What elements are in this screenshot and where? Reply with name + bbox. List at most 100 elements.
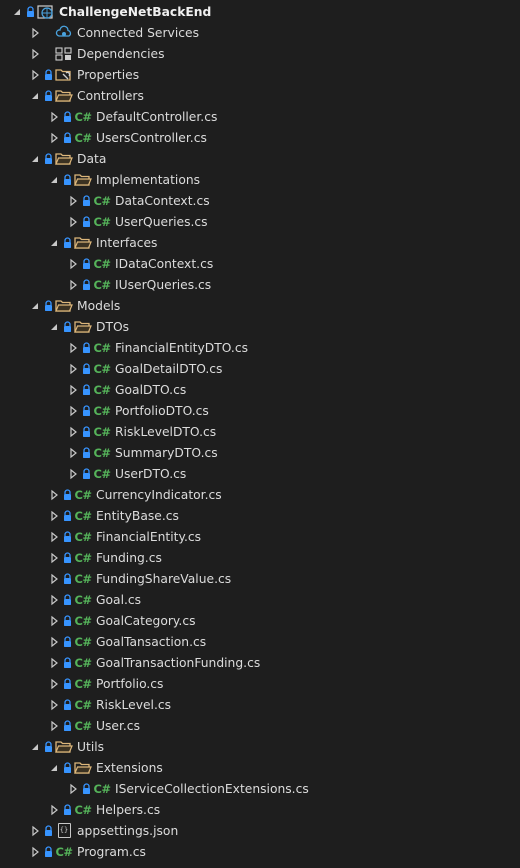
tree-item[interactable]: Connected Services: [0, 22, 520, 43]
tree-item[interactable]: C# GoalDTO.cs: [0, 379, 520, 400]
tree-item[interactable]: C# FinancialEntityDTO.cs: [0, 337, 520, 358]
tree-item[interactable]: DTOs: [0, 316, 520, 337]
tree-item[interactable]: ChallengeNetBackEnd: [0, 1, 520, 22]
tree-item[interactable]: C# GoalTransactionFunding.cs: [0, 652, 520, 673]
tree-item[interactable]: C# GoalCategory.cs: [0, 610, 520, 631]
tree-item[interactable]: C# Program.cs: [0, 841, 520, 862]
collapsed-arrow-icon[interactable]: [66, 362, 80, 376]
lock-icon: [44, 740, 53, 753]
collapsed-arrow-icon[interactable]: [47, 509, 61, 523]
expanded-arrow-icon[interactable]: [28, 152, 42, 166]
tree-item-label: GoalTansaction.cs: [96, 634, 207, 649]
collapsed-arrow-icon[interactable]: [66, 425, 80, 439]
collapsed-arrow-icon[interactable]: [47, 803, 61, 817]
collapsed-arrow-icon[interactable]: [66, 446, 80, 460]
collapsed-arrow-icon[interactable]: [66, 383, 80, 397]
tree-item[interactable]: C# SummaryDTO.cs: [0, 442, 520, 463]
tree-item[interactable]: Utils: [0, 736, 520, 757]
collapsed-arrow-icon[interactable]: [66, 278, 80, 292]
collapsed-arrow-icon[interactable]: [47, 698, 61, 712]
tree-item[interactable]: C# RiskLevel.cs: [0, 694, 520, 715]
collapsed-arrow-icon[interactable]: [47, 530, 61, 544]
tree-item[interactable]: C# RiskLevelDTO.cs: [0, 421, 520, 442]
collapsed-arrow-icon[interactable]: [28, 824, 42, 838]
collapsed-arrow-icon[interactable]: [47, 635, 61, 649]
csharp-file-icon: C#: [93, 781, 111, 796]
tree-item[interactable]: Controllers: [0, 85, 520, 106]
tree-item[interactable]: Dependencies: [0, 43, 520, 64]
expanded-arrow-icon[interactable]: [28, 740, 42, 754]
tree-item[interactable]: C# Funding.cs: [0, 547, 520, 568]
lock-icon: [26, 5, 35, 18]
expanded-arrow-icon[interactable]: [10, 5, 24, 19]
tree-item-label: Data: [77, 151, 107, 166]
tree-item[interactable]: Properties: [0, 64, 520, 85]
tree-item[interactable]: C# IServiceCollectionExtensions.cs: [0, 778, 520, 799]
lock-icon: [82, 257, 91, 270]
tree-item[interactable]: C# IDataContext.cs: [0, 253, 520, 274]
expanded-arrow-icon[interactable]: [47, 320, 61, 334]
folder-open-icon: [74, 172, 92, 188]
collapsed-arrow-icon[interactable]: [66, 257, 80, 271]
tree-item[interactable]: C# UserDTO.cs: [0, 463, 520, 484]
tree-item-label: UsersController.cs: [96, 130, 207, 145]
expanded-arrow-icon[interactable]: [28, 89, 42, 103]
tree-item[interactable]: C# GoalTansaction.cs: [0, 631, 520, 652]
collapsed-arrow-icon[interactable]: [47, 656, 61, 670]
tree-item[interactable]: C# CurrencyIndicator.cs: [0, 484, 520, 505]
collapsed-arrow-icon[interactable]: [47, 551, 61, 565]
tree-item[interactable]: Interfaces: [0, 232, 520, 253]
tree-item[interactable]: C# Goal.cs: [0, 589, 520, 610]
tree-item-label: ChallengeNetBackEnd: [59, 4, 212, 19]
properties-icon: [55, 67, 73, 83]
tree-item[interactable]: C# DataContext.cs: [0, 190, 520, 211]
collapsed-arrow-icon[interactable]: [47, 719, 61, 733]
collapsed-arrow-icon[interactable]: [66, 194, 80, 208]
tree-item[interactable]: C# IUserQueries.cs: [0, 274, 520, 295]
expanded-arrow-icon[interactable]: [47, 173, 61, 187]
tree-item[interactable]: C# GoalDetailDTO.cs: [0, 358, 520, 379]
tree-item[interactable]: {} appsettings.json: [0, 820, 520, 841]
collapsed-arrow-icon[interactable]: [47, 131, 61, 145]
tree-item[interactable]: Data: [0, 148, 520, 169]
tree-item[interactable]: Extensions: [0, 757, 520, 778]
tree-item[interactable]: C# UsersController.cs: [0, 127, 520, 148]
csharp-file-icon: C#: [74, 634, 92, 649]
tree-item[interactable]: C# Helpers.cs: [0, 799, 520, 820]
collapsed-arrow-icon[interactable]: [47, 614, 61, 628]
tree-item[interactable]: Implementations: [0, 169, 520, 190]
tree-item[interactable]: C# EntityBase.cs: [0, 505, 520, 526]
folder-open-icon: [55, 298, 73, 314]
collapsed-arrow-icon[interactable]: [66, 782, 80, 796]
expanded-arrow-icon[interactable]: [47, 761, 61, 775]
tree-item[interactable]: Models: [0, 295, 520, 316]
expanded-arrow-icon[interactable]: [28, 299, 42, 313]
expanded-arrow-icon[interactable]: [47, 236, 61, 250]
tree-item[interactable]: C# User.cs: [0, 715, 520, 736]
collapsed-arrow-icon[interactable]: [47, 593, 61, 607]
collapsed-arrow-icon[interactable]: [47, 677, 61, 691]
tree-item[interactable]: C# FinancialEntity.cs: [0, 526, 520, 547]
tree-item[interactable]: C# DefaultController.cs: [0, 106, 520, 127]
tree-item[interactable]: C# PortfolioDTO.cs: [0, 400, 520, 421]
collapsed-arrow-icon[interactable]: [66, 215, 80, 229]
tree-item[interactable]: C# FundingShareValue.cs: [0, 568, 520, 589]
csharp-file-icon: C#: [74, 697, 92, 712]
collapsed-arrow-icon[interactable]: [66, 467, 80, 481]
collapsed-arrow-icon[interactable]: [28, 845, 42, 859]
dependencies-icon: [55, 46, 73, 62]
collapsed-arrow-icon[interactable]: [28, 26, 42, 40]
lock-icon: [63, 509, 72, 522]
tree-item[interactable]: C# UserQueries.cs: [0, 211, 520, 232]
collapsed-arrow-icon[interactable]: [28, 47, 42, 61]
collapsed-arrow-icon[interactable]: [66, 404, 80, 418]
lock-icon: [63, 677, 72, 690]
lock-icon: [82, 278, 91, 291]
collapsed-arrow-icon[interactable]: [66, 341, 80, 355]
tree-item[interactable]: C# Portfolio.cs: [0, 673, 520, 694]
collapsed-arrow-icon[interactable]: [28, 68, 42, 82]
collapsed-arrow-icon[interactable]: [47, 110, 61, 124]
lock-icon: [44, 299, 53, 312]
collapsed-arrow-icon[interactable]: [47, 572, 61, 586]
collapsed-arrow-icon[interactable]: [47, 488, 61, 502]
